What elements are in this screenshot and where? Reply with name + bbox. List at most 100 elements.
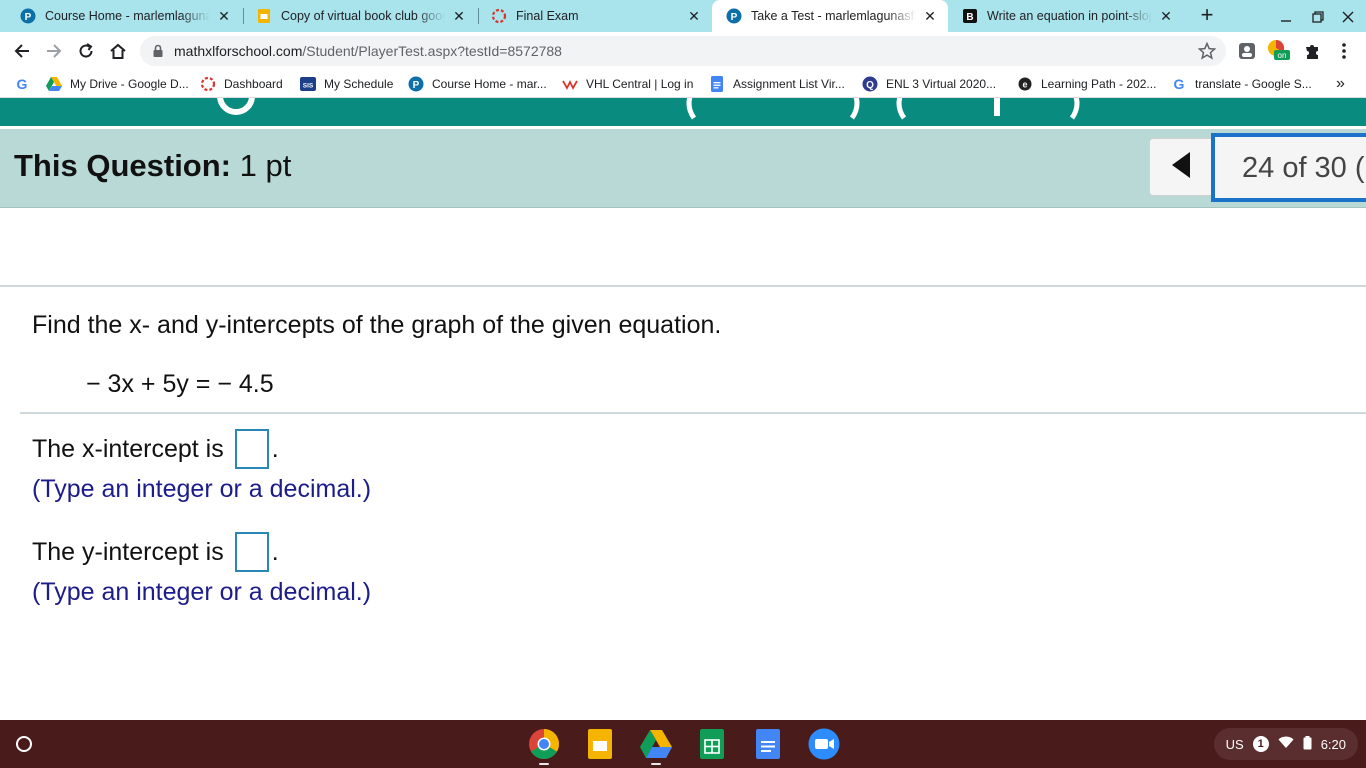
sis-icon-text: SIS [303,83,314,90]
bookmark-label: Course Home - mar... [432,77,547,91]
question-equation: − 3x + 5y = − 4.5 [86,370,274,398]
google-icon[interactable]: G [14,74,30,94]
sis-icon: SIS [300,76,316,92]
clock: 6:20 [1320,736,1346,752]
close-icon[interactable]: ✕ [216,8,232,24]
back-arrow-icon[interactable] [8,37,36,65]
puzzle-extensions-icon[interactable] [1302,41,1322,61]
tab-strip: P Course Home - marlemlagunasflores ✕ Co… [0,0,1366,32]
question-points: This Question: 1 pt [14,148,291,184]
url-text[interactable]: mathxlforschool.com/Student/PlayerTest.a… [174,43,562,59]
points-label: This Question: [14,148,231,183]
battery-icon [1303,735,1312,753]
browser-toolbar: mathxlforschool.com/Student/PlayerTest.a… [0,32,1366,70]
tab-book-club-slides[interactable]: Copy of virtual book club google slides … [242,0,477,32]
y-intercept-row: The y-intercept is . [32,532,279,572]
question-counter-dropdown[interactable]: 24 of 30 ( [1211,133,1366,202]
google-drive-icon[interactable] [640,728,672,765]
running-indicator [651,763,661,765]
previous-question-button[interactable] [1149,138,1213,196]
close-icon[interactable]: ✕ [451,8,467,24]
google-icon: G [1171,76,1187,92]
bookmark-label: VHL Central | Log in [586,77,694,91]
zoom-icon[interactable] [808,728,840,760]
restore-icon[interactable] [1305,4,1331,28]
google-sheets-icon[interactable] [696,728,728,760]
chrome-icon[interactable] [528,728,560,765]
bookmark-star-icon[interactable] [1197,41,1217,65]
bookmark-label: Learning Path - 202... [1041,77,1157,91]
google-drive-icon [46,76,62,92]
bookmark-my-drive[interactable]: My Drive - Google D... [46,74,189,94]
close-icon[interactable]: ✕ [922,8,938,24]
address-bar[interactable]: mathxlforschool.com/Student/PlayerTest.a… [140,36,1226,66]
running-indicator [539,763,549,765]
question-prompt: Find the x- and y-intercepts of the grap… [32,311,722,339]
extension-badge-text: on [1278,51,1287,60]
system-tray[interactable]: US 1 6:20 [1213,728,1358,760]
bookmark-label: ENL 3 Virtual 2020... [886,77,997,91]
launcher-icon[interactable] [9,729,39,759]
y-intercept-input[interactable] [234,532,269,572]
bookmarks-bar: G My Drive - Google D... Dashboard SIS M… [0,70,1366,98]
y-intercept-hint: (Type an integer or a decimal.) [32,578,372,606]
pearson-icon: P [726,8,742,24]
pearson-icon: P [408,76,424,92]
tab-title: Write an equation in point-slope form [987,9,1152,23]
test-header-band [0,98,1366,126]
close-icon[interactable]: ✕ [1158,8,1174,24]
os-shelf: US 1 6:20 [0,720,1366,768]
tab-title: Final Exam [516,9,579,23]
bookmarks-overflow-button[interactable]: » [1336,74,1345,94]
minimize-icon[interactable] [1273,4,1299,28]
bookmark-dashboard[interactable]: Dashboard [200,74,283,94]
tab-title: Take a Test - marlemlagunasflores [751,9,916,23]
google-slides-icon [256,8,272,24]
reload-icon[interactable] [72,37,100,65]
divider [0,285,1366,287]
home-icon[interactable] [104,37,132,65]
period: . [271,537,279,566]
clipped-header-graphic [217,98,1080,120]
kebab-menu-icon[interactable] [1334,41,1354,61]
extension-on-icon[interactable]: on [1268,39,1290,61]
tab-title: Copy of virtual book club google slides [281,9,445,23]
close-window-icon[interactable] [1335,4,1361,28]
svg-text:G: G [17,76,28,92]
new-tab-button[interactable]: + [1196,4,1218,28]
x-intercept-hint: (Type an integer or a decimal.) [32,475,372,503]
bookmark-vhl-central[interactable]: VHL Central | Log in [562,74,693,94]
bookmark-course-home[interactable]: P Course Home - mar... [408,74,547,94]
tab-course-home[interactable]: P Course Home - marlemlagunasflores ✕ [6,0,242,32]
tab-final-exam[interactable]: Final Exam ✕ [477,0,712,32]
close-icon[interactable]: ✕ [686,8,702,24]
google-docs-icon[interactable] [752,728,784,760]
points-value: 1 pt [239,148,292,183]
forward-arrow-icon[interactable] [40,37,68,65]
bookmark-enl3[interactable]: Q ENL 3 Virtual 2020... [862,74,996,94]
x-intercept-input[interactable] [234,429,269,469]
bookmark-my-schedule[interactable]: SIS My Schedule [300,74,393,94]
google-slides-icon[interactable] [584,728,616,760]
dashed-circle-icon [200,76,216,92]
quizlet-icon: Q [862,76,878,92]
url-path: /Student/PlayerTest.aspx?testId=8572788 [302,43,562,59]
edgenuity-icon: e [1017,76,1033,92]
tab-title: Course Home - marlemlagunasflores [45,9,210,23]
divider [20,412,1366,414]
svg-text:e: e [1022,80,1027,90]
bookmark-label: translate - Google S... [1195,77,1312,91]
bookmark-label: My Drive - Google D... [70,77,189,91]
brainly-icon: B [962,8,978,24]
bookmark-assignment-list[interactable]: Assignment List Vir... [709,74,845,94]
lock-icon[interactable] [152,44,164,63]
google-docs-icon [709,76,725,92]
pearson-icon: P [20,8,36,24]
bookmark-translate[interactable]: G translate - Google S... [1171,74,1312,94]
bookmark-learning-path[interactable]: e Learning Path - 202... [1017,74,1156,94]
bookmark-label: Assignment List Vir... [733,77,845,91]
tab-point-slope[interactable]: B Write an equation in point-slope form … [948,0,1184,32]
vhl-icon [562,76,578,92]
tab-take-a-test[interactable]: P Take a Test - marlemlagunasflores ✕ [712,0,948,32]
profile-extension-icon[interactable] [1237,41,1257,61]
